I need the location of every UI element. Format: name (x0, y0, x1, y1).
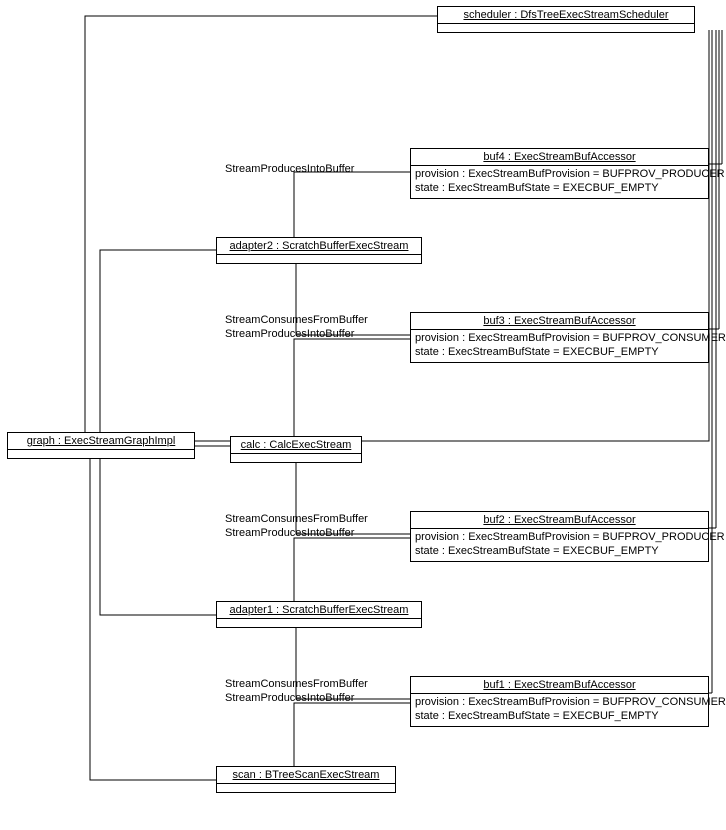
node-adapter2-title: adapter2 : ScratchBufferExecStream (217, 238, 421, 254)
node-scheduler: scheduler : DfsTreeExecStreamScheduler (437, 6, 695, 33)
node-scheduler-title: scheduler : DfsTreeExecStreamScheduler (438, 7, 694, 23)
node-adapter1-title: adapter1 : ScratchBufferExecStream (217, 602, 421, 618)
node-calc: calc : CalcExecStream (230, 436, 362, 463)
node-buf2: buf2 : ExecStreamBufAccessor provision :… (410, 511, 709, 562)
node-scan: scan : BTreeScanExecStream (216, 766, 396, 793)
node-buf4-attr-provision: provision : ExecStreamBufProvision = BUF… (415, 168, 704, 182)
node-buf1-attr-state: state : ExecStreamBufState = EXECBUF_EMP… (415, 710, 704, 724)
label-consumes-buf3: StreamConsumesFromBuffer (225, 314, 368, 326)
node-graph: graph : ExecStreamGraphImpl (7, 432, 195, 459)
node-calc-title: calc : CalcExecStream (231, 437, 361, 453)
node-scan-title: scan : BTreeScanExecStream (217, 767, 395, 783)
node-buf1: buf1 : ExecStreamBufAccessor provision :… (410, 676, 709, 727)
node-buf2-attr-state: state : ExecStreamBufState = EXECBUF_EMP… (415, 545, 704, 559)
node-buf4-attr-state: state : ExecStreamBufState = EXECBUF_EMP… (415, 182, 704, 196)
diagram-canvas: scheduler : DfsTreeExecStreamScheduler b… (0, 0, 726, 830)
node-adapter2: adapter2 : ScratchBufferExecStream (216, 237, 422, 264)
label-consumes-buf1: StreamConsumesFromBuffer (225, 678, 368, 690)
node-buf3-attr-state: state : ExecStreamBufState = EXECBUF_EMP… (415, 346, 704, 360)
label-produces-buf2: StreamProducesIntoBuffer (225, 527, 354, 539)
node-buf3: buf3 : ExecStreamBufAccessor provision :… (410, 312, 709, 363)
label-produces-buf4: StreamProducesIntoBuffer (225, 163, 354, 175)
node-buf3-title: buf3 : ExecStreamBufAccessor (411, 313, 708, 329)
node-buf4: buf4 : ExecStreamBufAccessor provision :… (410, 148, 709, 199)
node-buf1-title: buf1 : ExecStreamBufAccessor (411, 677, 708, 693)
label-produces-buf1: StreamProducesIntoBuffer (225, 692, 354, 704)
node-buf2-title: buf2 : ExecStreamBufAccessor (411, 512, 708, 528)
label-produces-buf3: StreamProducesIntoBuffer (225, 328, 354, 340)
node-graph-title: graph : ExecStreamGraphImpl (8, 433, 194, 449)
node-buf2-attr-provision: provision : ExecStreamBufProvision = BUF… (415, 531, 704, 545)
node-buf4-title: buf4 : ExecStreamBufAccessor (411, 149, 708, 165)
node-buf1-attr-provision: provision : ExecStreamBufProvision = BUF… (415, 696, 704, 710)
node-buf3-attr-provision: provision : ExecStreamBufProvision = BUF… (415, 332, 704, 346)
label-consumes-buf2: StreamConsumesFromBuffer (225, 513, 368, 525)
node-adapter1: adapter1 : ScratchBufferExecStream (216, 601, 422, 628)
